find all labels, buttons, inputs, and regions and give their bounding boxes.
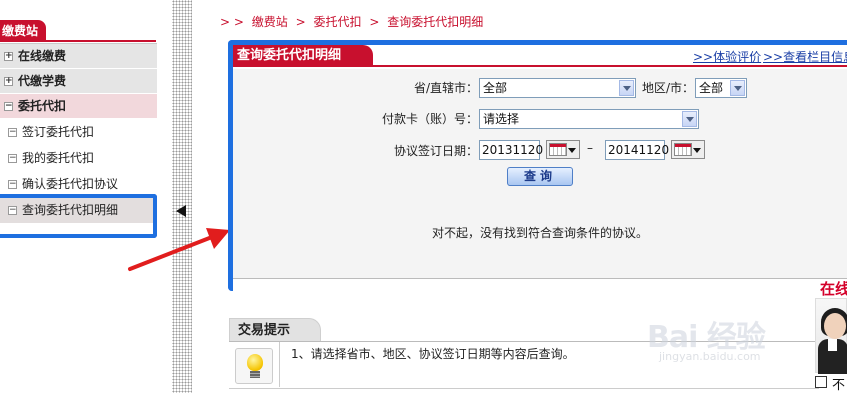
chevron-down-icon[interactable] <box>619 80 634 96</box>
breadcrumb-current: 查询委托代扣明细 <box>387 15 484 29</box>
sidebar-subitem-mine[interactable]: − 我的委托代扣 <box>0 145 157 171</box>
sidebar-item-online-payment[interactable]: + 在线缴费 <box>0 44 157 69</box>
date-to-picker[interactable] <box>671 140 705 159</box>
watermark-url: jingyan.baidu.com <box>659 350 761 363</box>
tips-text: 1、请选择省市、地区、协议签订日期等内容后查询。 <box>291 347 575 361</box>
sidebar-title: 缴费站 <box>0 20 46 42</box>
breadcrumb: > > 缴费站 > 委托代扣 > 查询委托代扣明细 <box>220 13 487 29</box>
query-panel: 查询委托代扣明细 >>体验评价 >>查看栏目信息 省/直辖市： 全部 地区/市：… <box>228 40 847 291</box>
service-agent-avatar[interactable] <box>815 298 847 374</box>
column-info-link[interactable]: >>查看栏目信息 <box>763 48 847 65</box>
bulb-glass <box>247 354 263 371</box>
sidebar-subitem-label: 确认委托代扣协议 <box>22 177 119 191</box>
card-label: 付款卡（账）号： <box>381 112 478 126</box>
region-value: 全部 <box>699 81 724 95</box>
expand-icon: + <box>4 51 13 61</box>
feedback-link[interactable]: >>体验评价 <box>693 48 761 65</box>
widget-checkbox[interactable] <box>815 376 827 388</box>
sidebar-subitem-label: 我的委托代扣 <box>22 151 95 165</box>
chevron-down-icon <box>693 148 701 153</box>
lightbulb-icon <box>235 348 273 384</box>
sidebar-subitem-label: 签订委托代扣 <box>22 125 95 139</box>
panel-header: 查询委托代扣明细 >>体验评价 >>查看栏目信息 <box>233 45 847 67</box>
panel-footer <box>233 278 847 291</box>
leaf-icon: − <box>8 153 17 163</box>
sidebar-item-tuition[interactable]: + 代缴学费 <box>0 69 157 94</box>
date-from-picker[interactable] <box>546 140 580 159</box>
sidebar-title-rule <box>46 40 156 42</box>
card-select[interactable]: 请选择 <box>479 109 699 129</box>
chevron-down-icon <box>568 148 576 153</box>
panel-title: 查询委托代扣明细 <box>233 45 373 67</box>
sidebar: 缴费站 + 在线缴费 + 代缴学费 − 委托代扣 − 签订委托代扣 − 我的委托代扣 − 确… <box>0 0 160 393</box>
chevron-down-icon[interactable] <box>682 111 697 127</box>
province-value: 全部 <box>483 81 508 95</box>
leaf-icon: − <box>8 127 17 137</box>
agent-face <box>824 313 846 339</box>
date-to-input[interactable]: 20141120 <box>605 140 669 160</box>
watermark: Bai 经验 jingyan.baidu.com <box>625 300 805 380</box>
sidebar-item-label: 在线缴费 <box>18 49 67 63</box>
province-label: 省/直辖市： <box>413 81 478 95</box>
expand-icon: + <box>4 76 13 86</box>
customer-service-widget[interactable]: 在线 不 <box>803 278 847 393</box>
sidebar-splitter[interactable] <box>172 0 192 393</box>
breadcrumb-separator: > <box>369 15 380 29</box>
sidebar-item-entrusted-deduction[interactable]: − 委托代扣 <box>0 94 157 119</box>
card-value: 请选择 <box>483 112 520 126</box>
online-service-label: 在线 <box>820 280 847 298</box>
calendar-icon <box>674 143 692 156</box>
breadcrumb-prefix: > > <box>220 15 244 29</box>
sidebar-subitem-sign[interactable]: − 签订委托代扣 <box>0 119 157 145</box>
region-label: 地区/市： <box>641 81 694 95</box>
date-label: 协议签订日期： <box>393 144 478 158</box>
no-result-message: 对不起，没有找到符合查询条件的协议。 <box>432 226 649 240</box>
query-button[interactable]: 查询 <box>507 167 573 186</box>
tips-title: 交易提示 <box>229 318 321 342</box>
calendar-icon <box>549 143 567 156</box>
agent-shirt <box>828 339 837 351</box>
sidebar-item-label: 委托代扣 <box>18 99 67 113</box>
tips-divider <box>279 342 280 387</box>
date-range-separator: – <box>587 141 593 155</box>
breadcrumb-separator: > <box>295 15 306 29</box>
leaf-icon: − <box>8 179 17 189</box>
query-form: 省/直辖市： 全部 地区/市： 全部 付款卡（账）号： 请选择 协议签订日期： … <box>233 69 847 279</box>
breadcrumb-item[interactable]: 委托代扣 <box>314 15 362 29</box>
tips-bottom-rule <box>229 388 819 389</box>
annotation-arrow-icon <box>128 228 230 271</box>
widget-checkbox-label: 不 <box>832 378 846 393</box>
breadcrumb-item[interactable]: 缴费站 <box>252 15 288 29</box>
date-from-input[interactable]: 20131120 <box>479 140 543 160</box>
province-select[interactable]: 全部 <box>479 78 636 98</box>
region-select[interactable]: 全部 <box>695 78 747 98</box>
chevron-down-icon[interactable] <box>730 80 745 96</box>
collapse-arrow-icon[interactable] <box>176 205 186 217</box>
sidebar-item-label: 代缴学费 <box>18 74 67 88</box>
collapse-icon: − <box>4 101 13 111</box>
bulb-base <box>250 371 260 378</box>
